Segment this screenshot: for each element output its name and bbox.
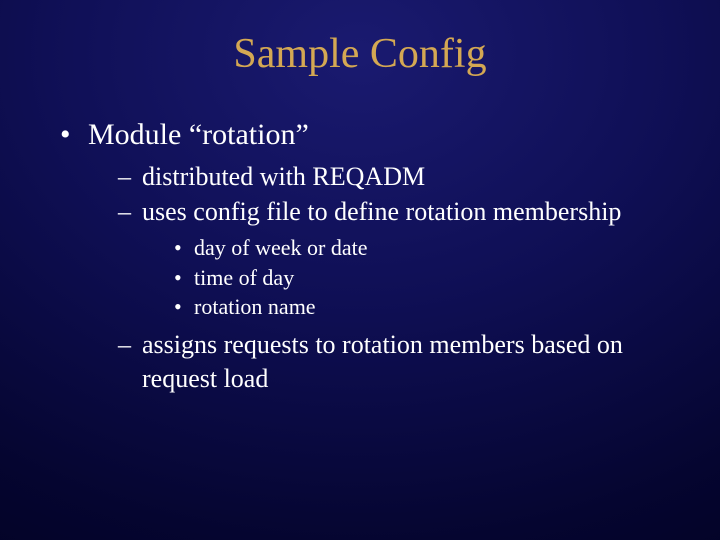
- list-item: time of day: [174, 263, 670, 293]
- bullet-text: time of day: [194, 265, 294, 290]
- bullet-text: uses config file to define rotation memb…: [142, 197, 621, 226]
- bullet-list-level-1: Module “rotation” distributed with REQAD…: [60, 116, 670, 396]
- slide: Sample Config Module “rotation” distribu…: [0, 0, 720, 540]
- bullet-text: day of week or date: [194, 235, 367, 260]
- bullet-text: rotation name: [194, 294, 316, 319]
- list-item: uses config file to define rotation memb…: [118, 195, 670, 322]
- list-item: rotation name: [174, 292, 670, 322]
- bullet-text: assigns requests to rotation members bas…: [142, 330, 623, 393]
- bullet-text: distributed with REQADM: [142, 162, 425, 191]
- slide-title: Sample Config: [50, 30, 670, 78]
- bullet-list-level-2: distributed with REQADM uses config file…: [118, 160, 670, 396]
- list-item: day of week or date: [174, 233, 670, 263]
- list-item: Module “rotation” distributed with REQAD…: [60, 116, 670, 396]
- bullet-text: Module “rotation”: [88, 118, 309, 151]
- bullet-list-level-3: day of week or date time of day rotation…: [174, 233, 670, 322]
- list-item: assigns requests to rotation members bas…: [118, 328, 670, 396]
- list-item: distributed with REQADM: [118, 160, 670, 194]
